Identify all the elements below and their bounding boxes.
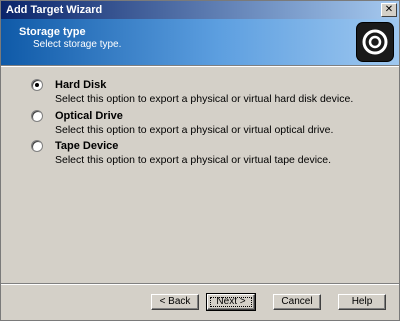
radio-selected-dot xyxy=(35,83,39,87)
close-icon: ✕ xyxy=(384,4,394,15)
page-title: Storage type xyxy=(19,26,86,38)
cancel-label: Cancel xyxy=(281,296,313,307)
next-button[interactable]: Next > xyxy=(206,293,256,311)
window-title: Add Target Wizard xyxy=(6,4,103,16)
radio-optical-drive[interactable] xyxy=(31,110,43,122)
option-label[interactable]: Hard Disk xyxy=(55,79,106,91)
wizard-window: Add Target Wizard ✕ Storage type Select … xyxy=(0,0,400,321)
header-divider xyxy=(1,65,399,67)
close-button[interactable]: ✕ xyxy=(381,3,397,17)
help-label: Help xyxy=(351,296,373,307)
page-subtitle: Select storage type. xyxy=(33,39,122,50)
cancel-button[interactable]: Cancel xyxy=(273,294,321,310)
back-button[interactable]: < Back xyxy=(151,294,199,310)
option-description: Select this option to export a physical … xyxy=(55,154,332,166)
back-label: < Back xyxy=(159,296,191,307)
wizard-header: Storage type Select storage type. xyxy=(1,19,399,65)
target-logo-icon xyxy=(357,23,393,61)
help-button[interactable]: Help xyxy=(338,294,386,310)
footer-divider xyxy=(1,283,399,285)
option-description: Select this option to export a physical … xyxy=(55,93,354,105)
title-bar[interactable]: Add Target Wizard ✕ xyxy=(1,1,399,19)
next-label: Next > xyxy=(216,296,246,307)
option-description: Select this option to export a physical … xyxy=(55,124,334,136)
radio-tape-device[interactable] xyxy=(31,140,43,152)
option-label[interactable]: Tape Device xyxy=(55,140,118,152)
radio-hard-disk[interactable] xyxy=(31,79,43,91)
option-label[interactable]: Optical Drive xyxy=(55,110,123,122)
